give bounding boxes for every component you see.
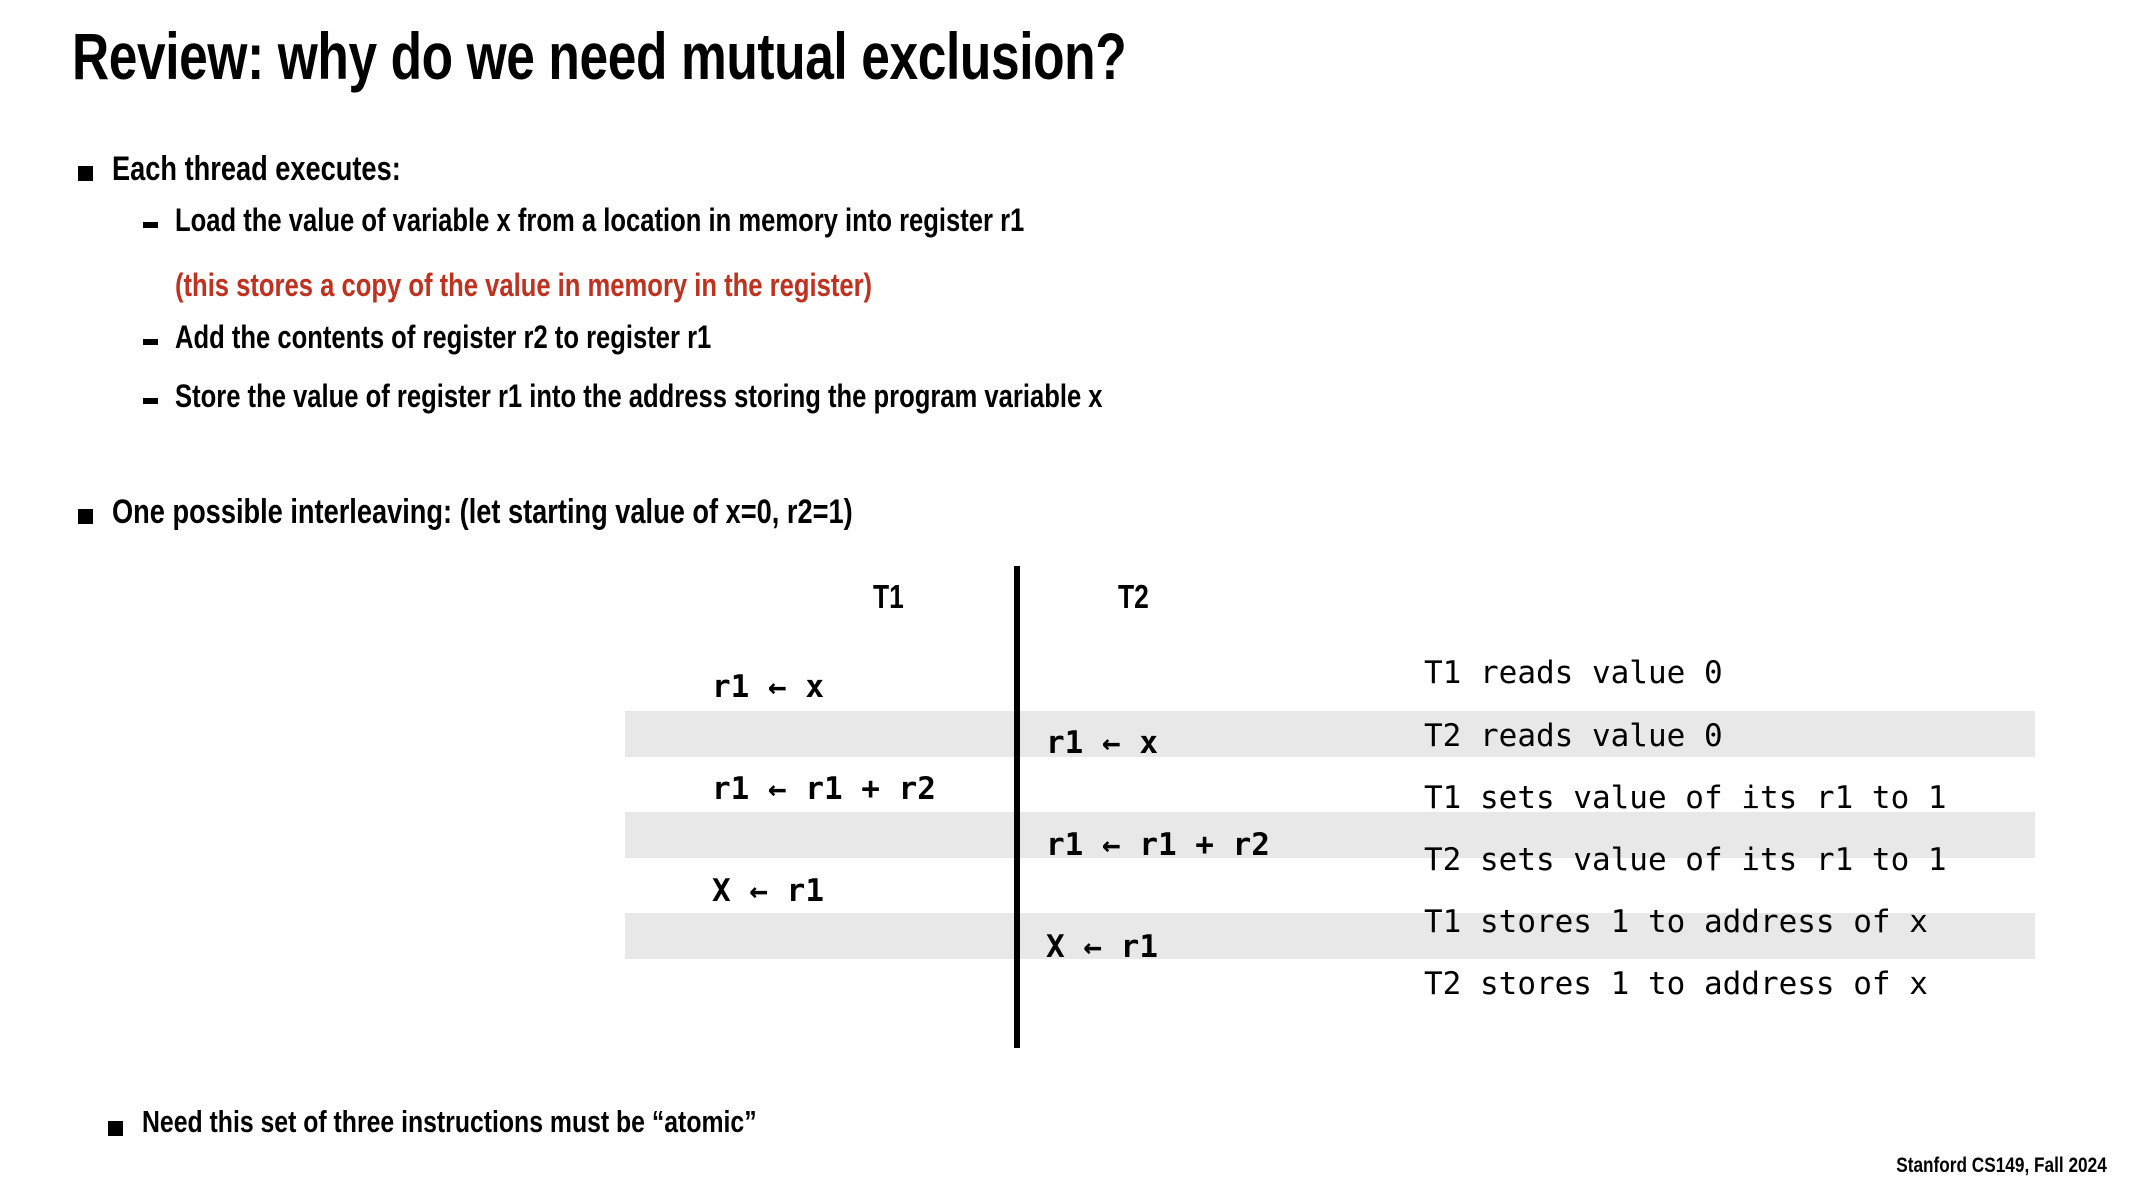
page-title: Review: why do we need mutual exclusion?: [72, 19, 1127, 93]
table-cell-annotation: T2 reads value 0: [1424, 718, 1723, 754]
table-cell-instruction: r1 ← x: [1046, 725, 1158, 761]
thread-column-divider: [1014, 566, 1020, 1048]
footer-course-label: Stanford CS149, Fall 2024: [1896, 1154, 2107, 1177]
bullet-interleaving: One possible interleaving: (let starting…: [78, 493, 1038, 531]
table-cell-instruction: X ← r1: [712, 873, 824, 909]
bullet-step-add: Add the contents of register r2 to regis…: [143, 319, 845, 356]
table-cell-annotation: T2 stores 1 to address of x: [1424, 966, 1928, 1002]
table-row-stripe: [625, 812, 2035, 858]
table-cell-instruction: X ← r1: [1046, 929, 1158, 965]
bullet-atomic: Need this set of three instructions must…: [108, 1104, 910, 1140]
bullet-step-load-label: Load the value of variable x from a loca…: [175, 202, 1025, 238]
dash-bullet-icon: [143, 222, 158, 228]
table-cell-instruction: r1 ← r1 + r2: [712, 771, 936, 807]
bullet-step-add-label: Add the contents of register r2 to regis…: [175, 319, 712, 355]
bullet-atomic-label: Need this set of three instructions must…: [142, 1104, 757, 1139]
bullet-step-load: Load the value of variable x from a loca…: [143, 202, 1237, 239]
table-row-stripe: [625, 711, 2035, 757]
bullet-interleaving-label: One possible interleaving: (let starting…: [112, 493, 853, 531]
square-bullet-icon: [78, 166, 93, 181]
dash-bullet-icon: [143, 339, 158, 345]
dash-bullet-icon: [143, 398, 158, 404]
square-bullet-icon: [78, 509, 93, 524]
table-row-stripe: [625, 913, 2035, 959]
bullet-each-thread: Each thread executes:: [78, 150, 473, 188]
bullet-step-store-label: Store the value of register r1 into the …: [175, 378, 1103, 414]
table-header-t2: T2: [1118, 578, 1149, 615]
table-cell-annotation: T1 sets value of its r1 to 1: [1424, 780, 1947, 816]
bullet-step-store: Store the value of register r1 into the …: [143, 378, 1334, 415]
table-cell-instruction: r1 ← x: [712, 669, 824, 705]
bullet-each-thread-label: Each thread executes:: [112, 150, 401, 188]
table-cell-annotation: T1 reads value 0: [1424, 655, 1723, 691]
square-bullet-icon: [108, 1121, 123, 1136]
table-cell-annotation: T2 sets value of its r1 to 1: [1424, 842, 1947, 878]
table-cell-annotation: T1 stores 1 to address of x: [1424, 904, 1928, 940]
bullet-step-load-note: (this stores a copy of the value in memo…: [175, 267, 873, 303]
table-cell-instruction: r1 ← r1 + r2: [1046, 827, 1270, 863]
table-header-t1: T1: [873, 578, 904, 615]
